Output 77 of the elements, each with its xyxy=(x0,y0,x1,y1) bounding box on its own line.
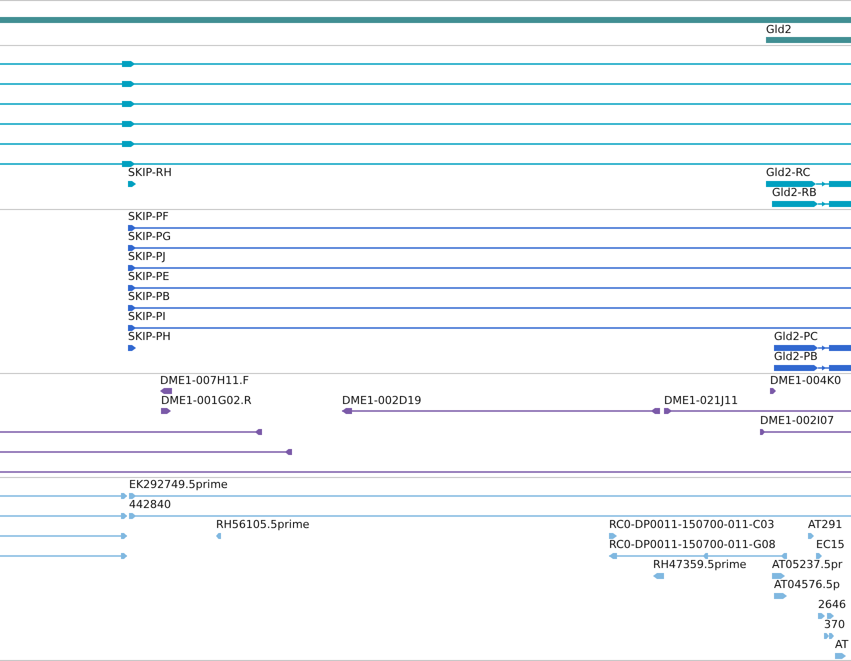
est-glyph[interactable] xyxy=(0,493,127,499)
est-glyph[interactable] xyxy=(129,493,851,499)
clone-label: DME1-007H11.F xyxy=(160,375,249,387)
clone-glyph[interactable] xyxy=(160,388,172,394)
clone-glyph[interactable] xyxy=(342,408,660,414)
gene-bar[interactable] xyxy=(0,16,851,22)
est-glyph[interactable] xyxy=(808,533,814,539)
transcript-glyph[interactable] xyxy=(0,101,851,107)
clone-label: DME1-002D19 xyxy=(342,395,422,407)
est-label: 2646 xyxy=(818,599,846,611)
est-glyph[interactable] xyxy=(216,533,221,539)
protein-label: SKIP-PI xyxy=(128,311,166,323)
est-label: AT04576.5p xyxy=(774,579,840,591)
transcript-glyph[interactable] xyxy=(766,181,851,187)
transcript-label: Gld2-RB xyxy=(772,187,817,199)
protein-label: SKIP-PB xyxy=(128,291,170,303)
clone-label: DME1-001G02.R xyxy=(161,395,252,407)
gene-bar[interactable] xyxy=(766,36,851,42)
est-glyph[interactable] xyxy=(816,553,822,559)
transcript-glyph[interactable] xyxy=(0,61,851,67)
est-glyph[interactable] xyxy=(609,553,787,559)
est-label: EK292749.5prime xyxy=(129,479,228,491)
transcript-glyph[interactable] xyxy=(772,201,851,207)
clone-label: DME1-021J11 xyxy=(664,395,738,407)
protein-label: Gld2-PC xyxy=(774,331,818,343)
transcript-label: SKIP-RH xyxy=(128,167,172,179)
clone-glyph[interactable] xyxy=(760,429,851,435)
protein-label: SKIP-PH xyxy=(128,331,171,343)
est-glyph[interactable] xyxy=(772,573,785,579)
est-label: EC15 xyxy=(816,539,845,551)
protein-glyph[interactable] xyxy=(128,265,851,271)
est-glyph[interactable] xyxy=(129,513,851,519)
protein-label: Gld2-PB xyxy=(774,351,818,363)
clone-glyph[interactable] xyxy=(664,408,851,414)
est-glyph[interactable] xyxy=(824,633,834,639)
est-label: AT xyxy=(835,639,848,651)
est-label: RH56105.5prime xyxy=(216,519,310,531)
protein-glyph[interactable] xyxy=(128,285,851,291)
est-glyph[interactable] xyxy=(653,573,664,579)
clone-label: DME1-002I07 xyxy=(760,415,834,427)
est-label: AT291 xyxy=(808,519,842,531)
protein-glyph[interactable] xyxy=(774,345,851,351)
est-glyph[interactable] xyxy=(0,553,127,559)
est-glyph[interactable] xyxy=(774,593,787,599)
clone-glyph[interactable] xyxy=(0,449,292,455)
transcript-glyph[interactable] xyxy=(0,141,851,147)
transcript-glyph[interactable] xyxy=(0,161,851,167)
protein-glyph[interactable] xyxy=(128,225,851,231)
transcript-glyph[interactable] xyxy=(128,181,136,187)
transcript-glyph[interactable] xyxy=(0,121,851,127)
est-label: 442840 xyxy=(129,499,171,511)
protein-glyph[interactable] xyxy=(128,245,851,251)
est-label: 370 xyxy=(824,619,845,631)
gene-label: Gld2 xyxy=(766,24,792,36)
est-glyph[interactable] xyxy=(0,533,127,539)
protein-label: SKIP-PG xyxy=(128,231,171,243)
protein-label: SKIP-PF xyxy=(128,211,169,223)
protein-glyph[interactable] xyxy=(774,365,851,371)
est-label: AT05237.5pr xyxy=(772,559,842,571)
protein-label: SKIP-PE xyxy=(128,271,170,283)
est-glyph[interactable] xyxy=(0,513,127,519)
est-glyph[interactable] xyxy=(818,613,834,619)
est-glyph[interactable] xyxy=(609,533,617,539)
est-label: RH47359.5prime xyxy=(653,559,746,571)
protein-label: SKIP-PJ xyxy=(128,251,166,263)
clone-glyph[interactable] xyxy=(0,429,262,435)
est-label: RC0-DP0011-150700-011-G08 xyxy=(609,539,776,551)
clone-glyph[interactable] xyxy=(161,408,171,414)
protein-glyph[interactable] xyxy=(128,345,136,351)
protein-glyph[interactable] xyxy=(128,305,851,311)
protein-glyph[interactable] xyxy=(128,325,851,331)
est-label: RC0-DP0011-150700-011-C03 xyxy=(609,519,774,531)
clone-glyph[interactable] xyxy=(770,388,776,394)
transcript-glyph[interactable] xyxy=(0,81,851,87)
clone-label: DME1-004K0 xyxy=(770,375,842,387)
transcript-label: Gld2-RC xyxy=(766,167,810,179)
est-glyph[interactable] xyxy=(835,653,846,659)
